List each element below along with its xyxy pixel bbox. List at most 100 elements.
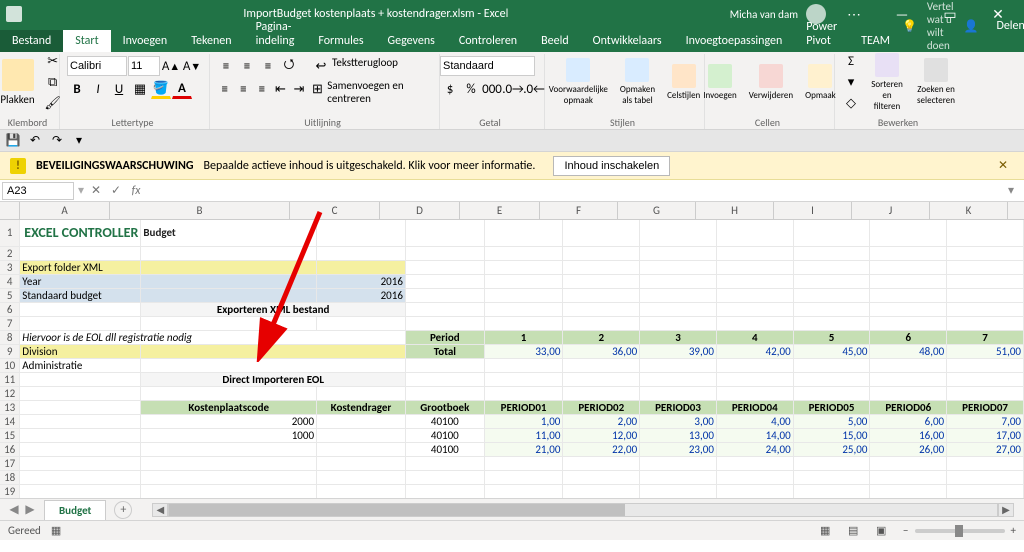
cell-p2-r14[interactable]: 2,00 [563, 414, 640, 428]
cell-kd-r16[interactable] [317, 442, 406, 456]
cell-p3-r14[interactable]: 3,00 [640, 414, 717, 428]
cell-p4-r15[interactable]: 14,00 [716, 428, 793, 442]
row-header-15[interactable]: 15 [0, 428, 20, 442]
orientation-button[interactable]: ⭯ [279, 56, 299, 76]
increase-font-button[interactable]: A▲ [161, 56, 181, 76]
zoom-in-button[interactable]: + [1011, 524, 1016, 537]
col-header-D[interactable]: D [380, 202, 460, 219]
qat-customize-button[interactable]: ▾ [70, 132, 88, 150]
cell-p5-r16[interactable]: 25,00 [793, 442, 870, 456]
select-all-button[interactable] [0, 202, 20, 220]
row-header-7[interactable]: 7 [0, 316, 20, 330]
cell-p1-r16[interactable]: 21,00 [484, 442, 563, 456]
col-header-C[interactable]: C [290, 202, 380, 219]
cell-p4-r14[interactable]: 4,00 [716, 414, 793, 428]
cell-styles-button[interactable]: Celstijlen [663, 62, 704, 103]
number-format-select[interactable] [440, 56, 535, 76]
share-button[interactable]: Delen [988, 17, 1024, 35]
align-top-button[interactable]: ≡ [216, 56, 236, 76]
currency-button[interactable]: $ [440, 79, 460, 99]
row-header-8[interactable]: 8 [0, 330, 20, 344]
col-header-F[interactable]: F [540, 202, 618, 219]
autosum-button[interactable]: Σ [841, 51, 861, 71]
col-header-J[interactable]: J [852, 202, 930, 219]
zoom-out-button[interactable]: − [903, 524, 908, 537]
cell-p2-r15[interactable]: 12,00 [563, 428, 640, 442]
fill-button[interactable]: ▾ [841, 72, 861, 92]
normal-view-button[interactable]: ▦ [819, 523, 841, 539]
page-layout-view-button[interactable]: ▤ [847, 523, 869, 539]
row-header-18[interactable]: 18 [0, 470, 20, 484]
input-division[interactable] [141, 344, 406, 358]
cell-p2-r16[interactable]: 22,00 [563, 442, 640, 456]
cell-gb-r14[interactable]: 40100 [405, 414, 484, 428]
tab-team[interactable]: TEAM [849, 30, 902, 52]
cell-p5-r14[interactable]: 5,00 [793, 414, 870, 428]
align-left-button[interactable]: ≡ [216, 79, 234, 99]
fx-button[interactable]: fx [126, 182, 146, 200]
redo-button[interactable]: ↷ [48, 132, 66, 150]
clear-button[interactable]: ◇ [841, 93, 861, 113]
cell-kpc-r14[interactable]: 2000 [141, 414, 317, 428]
user-avatar[interactable] [806, 4, 826, 24]
warning-close-button[interactable]: ✕ [992, 158, 1014, 173]
sheet-tab-budget[interactable]: Budget [44, 500, 106, 520]
border-button[interactable]: ▦ [130, 79, 150, 99]
cell-p7-r16[interactable]: 27,00 [947, 442, 1024, 456]
row-header-4[interactable]: 4 [0, 274, 20, 288]
cell-gb-r15[interactable]: 40100 [405, 428, 484, 442]
align-middle-button[interactable]: ≡ [237, 56, 257, 76]
export-xml-button[interactable]: Exporteren XML bestand [141, 302, 406, 316]
cell-p6-r16[interactable]: 26,00 [870, 442, 947, 456]
zoom-thumb[interactable] [955, 525, 963, 537]
cell-p5-r15[interactable]: 15,00 [793, 428, 870, 442]
direct-import-eol-button[interactable]: Direct Importeren EOL [141, 372, 406, 386]
sheet-nav-next-button[interactable]: ▶ [22, 502, 38, 518]
row-header-11[interactable]: 11 [0, 372, 20, 386]
align-right-button[interactable]: ≡ [253, 79, 271, 99]
cell-p1-r15[interactable]: 11,00 [484, 428, 563, 442]
hscroll-right-button[interactable]: ▶ [998, 503, 1014, 517]
tab-addins[interactable]: Invoegtoepassingen [674, 30, 795, 52]
macro-record-icon[interactable]: ▦ [51, 524, 61, 537]
cell-p7-r14[interactable]: 7,00 [947, 414, 1024, 428]
tab-draw[interactable]: Tekenen [179, 30, 243, 52]
row-header-19[interactable]: 19 [0, 484, 20, 498]
formula-input[interactable] [146, 183, 1008, 199]
row-header-3[interactable]: 3 [0, 260, 20, 274]
name-box[interactable] [2, 182, 74, 200]
row-header-10[interactable]: 10 [0, 358, 20, 372]
hscroll-track[interactable] [168, 503, 998, 517]
row-header-5[interactable]: 5 [0, 288, 20, 302]
comma-button[interactable]: 000 [482, 79, 502, 99]
row-header-16[interactable]: 16 [0, 442, 20, 456]
spreadsheet-grid[interactable]: ABCDEFGHIJK 1EXCEL CONTROLLERBudget23Exp… [0, 202, 1024, 498]
decrease-decimal-button[interactable]: .0← [524, 79, 544, 99]
tab-formulas[interactable]: Formules [306, 30, 375, 52]
row-header-14[interactable]: 14 [0, 414, 20, 428]
enable-content-button[interactable]: Inhoud inschakelen [553, 156, 670, 176]
row-header-2[interactable]: 2 [0, 246, 20, 260]
col-header-I[interactable]: I [774, 202, 852, 219]
paste-button[interactable]: Plakken [0, 57, 39, 108]
col-header-E[interactable]: E [460, 202, 540, 219]
increase-indent-button[interactable]: ⇥ [290, 79, 308, 99]
tell-me-box[interactable]: Vertel wat u wilt doen [927, 0, 954, 52]
cell-p7-r15[interactable]: 17,00 [947, 428, 1024, 442]
cell-kpc-r15[interactable]: 1000 [141, 428, 317, 442]
cell-p6-r15[interactable]: 16,00 [870, 428, 947, 442]
merge-button[interactable]: ⊞ [309, 79, 327, 99]
col-header-K[interactable]: K [930, 202, 1008, 219]
save-button[interactable]: 💾 [4, 132, 22, 150]
row-header-17[interactable]: 17 [0, 456, 20, 470]
hscroll-left-button[interactable]: ◀ [152, 503, 168, 517]
row-header-1[interactable]: 1 [0, 220, 20, 246]
row-header-9[interactable]: 9 [0, 344, 20, 358]
cell-p6-r14[interactable]: 6,00 [870, 414, 947, 428]
cancel-formula-button[interactable]: ✕ [86, 182, 106, 200]
cell-gb-r16[interactable]: 40100 [405, 442, 484, 456]
tab-developer[interactable]: Ontwikkelaars [581, 30, 674, 52]
name-box-dropdown[interactable]: ▾ [76, 183, 86, 198]
zoom-slider[interactable] [915, 529, 1005, 533]
row-header-6[interactable]: 6 [0, 302, 20, 316]
